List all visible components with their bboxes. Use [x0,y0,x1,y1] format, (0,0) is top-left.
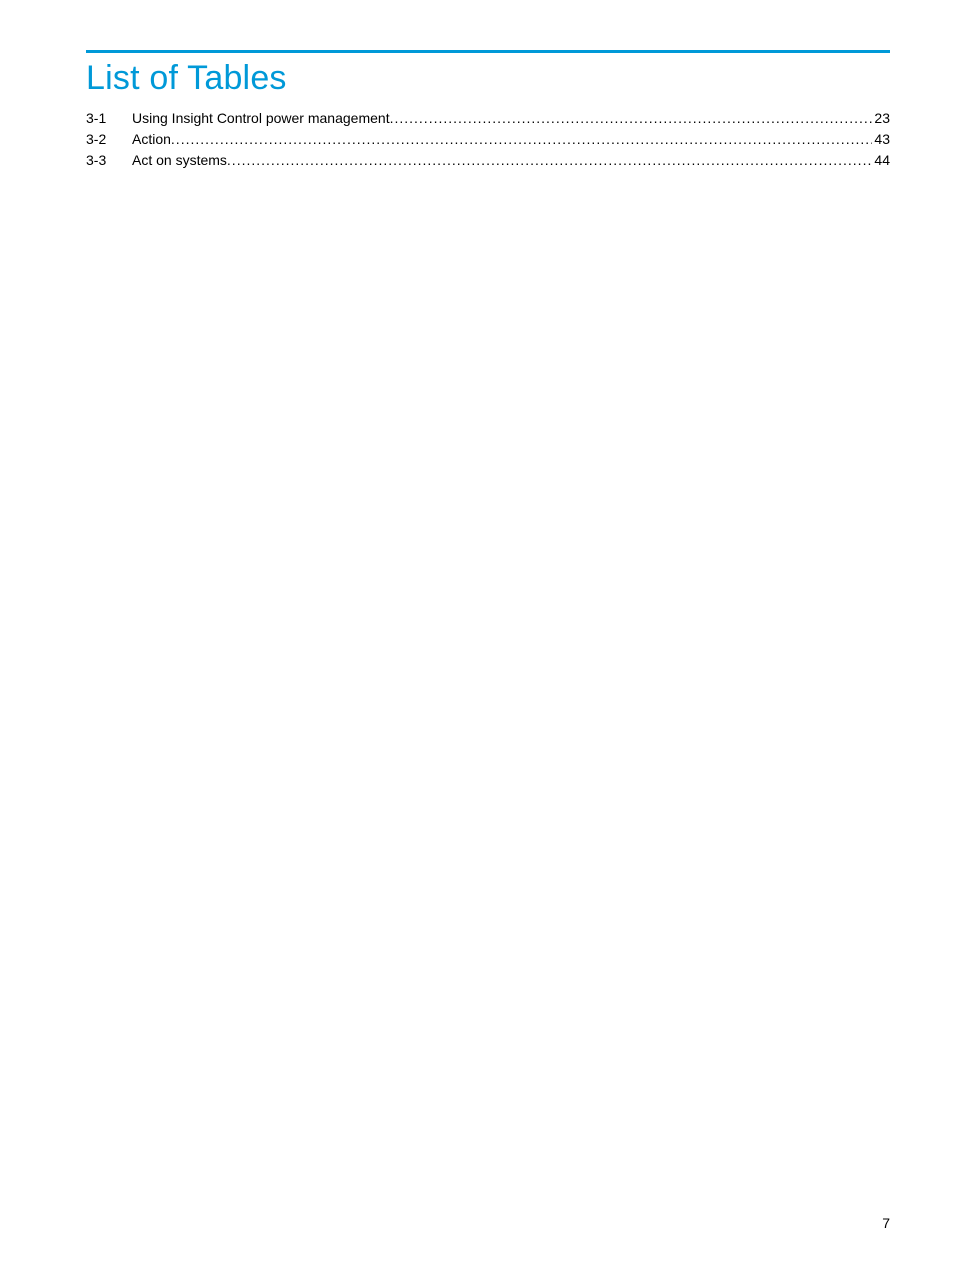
page: List of Tables 3-1 Using Insight Control… [0,0,954,1271]
toc-entry[interactable]: 3-3 Act on systems 44 [86,150,890,171]
toc-leader [227,150,873,171]
list-of-tables: 3-1 Using Insight Control power manageme… [86,108,890,171]
toc-entry-page: 44 [872,150,890,171]
page-title: List of Tables [86,59,890,98]
page-number: 7 [882,1215,890,1231]
toc-entry-title: Action [132,129,171,150]
toc-leader [171,129,873,150]
toc-entry-number: 3-2 [86,129,132,150]
toc-entry-number: 3-1 [86,108,132,129]
toc-entry-page: 23 [872,108,890,129]
toc-entry-number: 3-3 [86,150,132,171]
toc-entry[interactable]: 3-1 Using Insight Control power manageme… [86,108,890,129]
divider-rule [86,50,890,53]
toc-entry-title: Act on systems [132,150,227,171]
toc-entry[interactable]: 3-2 Action 43 [86,129,890,150]
toc-entry-page: 43 [872,129,890,150]
toc-entry-title: Using Insight Control power management [132,108,390,129]
toc-leader [390,108,873,129]
